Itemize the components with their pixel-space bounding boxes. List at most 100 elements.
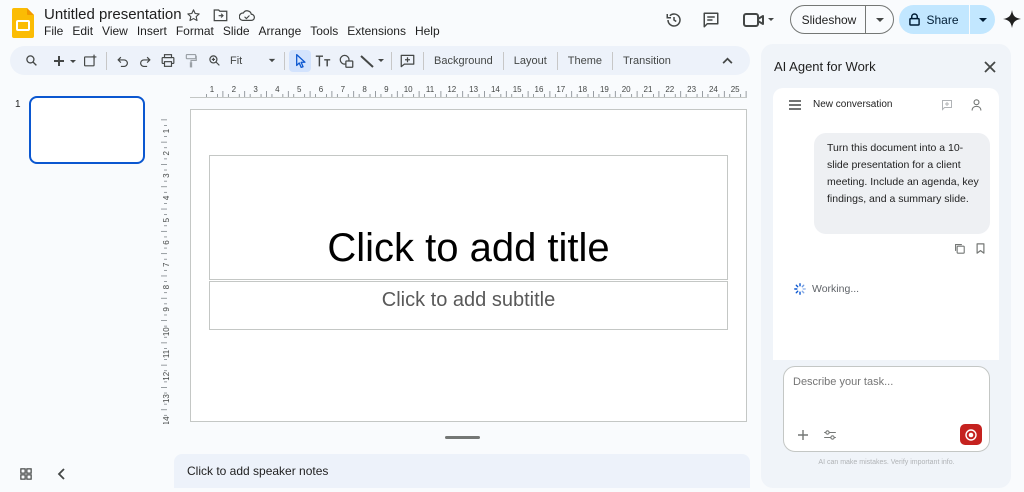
- ruler-label: 11: [426, 85, 435, 94]
- print-icon[interactable]: [157, 50, 179, 72]
- bookmark-icon[interactable]: [973, 241, 987, 255]
- chevron-down-icon[interactable]: [865, 6, 893, 33]
- menu-file[interactable]: File: [44, 24, 69, 38]
- ruler-label: 23: [687, 85, 696, 94]
- chevron-down-icon[interactable]: [969, 5, 995, 34]
- line-icon[interactable]: [358, 50, 386, 72]
- redo-icon[interactable]: [134, 50, 156, 72]
- cloud-saved-icon[interactable]: [238, 7, 256, 23]
- ruler-label: 16: [535, 85, 544, 94]
- new-slide-layout-icon[interactable]: [79, 50, 101, 72]
- chevron-up-icon[interactable]: [716, 50, 738, 72]
- task-input[interactable]: [793, 376, 973, 388]
- share-button[interactable]: Share: [899, 5, 995, 34]
- history-icon[interactable]: [663, 9, 685, 31]
- lock-icon: [909, 13, 921, 26]
- ruler-label: 9: [384, 85, 389, 94]
- ruler-label: 3: [253, 85, 258, 94]
- layout-button[interactable]: Layout: [508, 55, 553, 67]
- spinner-icon: [794, 283, 806, 295]
- ruler-label: 13: [162, 394, 171, 403]
- user-message: Turn this document into a 10-slide prese…: [814, 133, 990, 234]
- slide-thumbnail[interactable]: [29, 96, 145, 164]
- menu-format[interactable]: Format: [176, 24, 220, 38]
- menu-slide[interactable]: Slide: [223, 24, 256, 38]
- ruler-label: 21: [644, 85, 653, 94]
- notes-resize-handle[interactable]: [445, 436, 480, 439]
- star-icon[interactable]: [184, 7, 202, 23]
- select-icon[interactable]: [289, 49, 311, 72]
- ruler-label: 24: [709, 85, 718, 94]
- video-call-icon[interactable]: [742, 9, 776, 31]
- document-title[interactable]: Untitled presentation: [44, 6, 182, 23]
- ruler-label: 2: [162, 151, 171, 156]
- move-folder-icon[interactable]: [211, 7, 229, 23]
- zoom-value: Fit: [230, 54, 243, 67]
- collapse-panel-icon[interactable]: [52, 466, 70, 482]
- ruler-label: 19: [600, 85, 609, 94]
- ruler-label: 6: [162, 240, 171, 245]
- menu-insert[interactable]: Insert: [137, 24, 173, 38]
- conversation-title[interactable]: New conversation: [813, 99, 892, 110]
- ruler-label: 5: [162, 217, 171, 222]
- zoom-icon[interactable]: [203, 50, 225, 72]
- menu-help[interactable]: Help: [415, 24, 446, 38]
- ruler-label: 22: [665, 85, 674, 94]
- account-icon[interactable]: [968, 97, 984, 113]
- vertical-ruler: 1234567891011121314: [161, 119, 171, 424]
- close-icon[interactable]: [981, 58, 999, 76]
- add-icon[interactable]: [796, 428, 810, 442]
- share-label: Share: [926, 12, 959, 27]
- slideshow-button[interactable]: Slideshow: [790, 5, 894, 34]
- ruler-label: 15: [513, 85, 522, 94]
- speaker-notes[interactable]: Click to add speaker notes: [174, 454, 750, 488]
- copy-icon[interactable]: [952, 241, 966, 255]
- horizontal-ruler: 1 2 3 4 5 6 7 8 9 10 11 12 13 14 15 16 17 18 19 20 21 22 23 24 2…: [190, 85, 747, 98]
- ai-disclaimer: AI can make mistakes. Verify important i…: [818, 459, 955, 466]
- comment-add-icon[interactable]: [396, 50, 418, 72]
- ruler-label: 17: [556, 85, 565, 94]
- settings-sliders-icon[interactable]: [823, 428, 837, 442]
- comment-icon[interactable]: [700, 9, 722, 31]
- ruler-label: 6: [319, 85, 324, 94]
- paint-format-icon[interactable]: [180, 50, 202, 72]
- status-indicator: Working...: [794, 283, 859, 295]
- ruler-label: 7: [162, 262, 171, 267]
- slideshow-label: Slideshow: [801, 12, 857, 27]
- new-slide-icon[interactable]: [52, 50, 78, 72]
- theme-button[interactable]: Theme: [562, 55, 608, 67]
- ruler-label: 7: [341, 85, 346, 94]
- ruler-label: 10: [162, 327, 171, 336]
- ruler-label: 8: [162, 284, 171, 289]
- menu-tools[interactable]: Tools: [310, 24, 344, 38]
- undo-icon[interactable]: [111, 50, 133, 72]
- title-placeholder[interactable]: Click to add title: [209, 155, 728, 280]
- ruler-label: 1: [162, 128, 171, 133]
- record-button[interactable]: [960, 424, 982, 445]
- ruler-label: 12: [162, 371, 171, 380]
- ruler-label: 3: [162, 173, 171, 178]
- menu-view[interactable]: View: [102, 24, 134, 38]
- status-text: Working...: [812, 283, 860, 295]
- menu-arrange[interactable]: Arrange: [259, 24, 308, 38]
- new-chat-icon[interactable]: [939, 97, 955, 113]
- menu-edit[interactable]: Edit: [72, 24, 99, 38]
- transition-button[interactable]: Transition: [617, 55, 677, 67]
- ruler-label: 12: [447, 85, 456, 94]
- slides-logo[interactable]: [12, 8, 34, 38]
- ruler-label: 14: [162, 416, 171, 424]
- search-icon[interactable]: [20, 50, 42, 72]
- ruler-label: 10: [404, 85, 413, 94]
- ruler-label: 9: [162, 307, 171, 312]
- menu-icon[interactable]: [787, 97, 803, 113]
- gemini-sparkle-icon[interactable]: [1002, 9, 1022, 29]
- text-box-icon[interactable]: [312, 50, 334, 72]
- zoom-select[interactable]: Fit: [226, 55, 280, 67]
- grid-view-icon[interactable]: [17, 466, 35, 482]
- slide-number: 1: [15, 99, 21, 110]
- subtitle-placeholder[interactable]: Click to add subtitle: [209, 281, 728, 330]
- background-button[interactable]: Background: [428, 55, 499, 67]
- menu-extensions[interactable]: Extensions: [347, 24, 412, 38]
- shape-icon[interactable]: [335, 50, 357, 72]
- menu-bar: File Edit View Insert Format Slide Arran…: [44, 24, 449, 38]
